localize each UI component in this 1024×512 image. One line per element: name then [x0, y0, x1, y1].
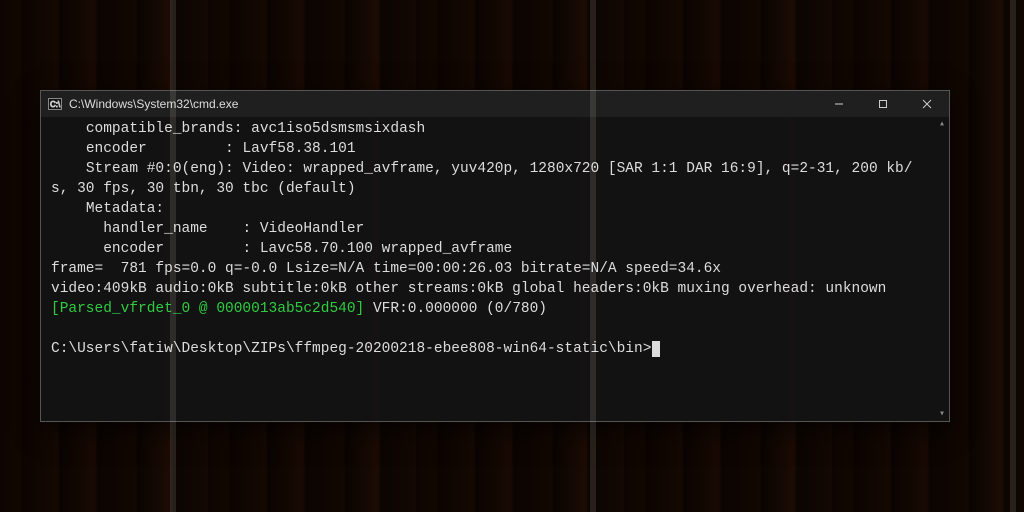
scroll-down-arrow-icon[interactable]: ▾	[935, 407, 949, 421]
terminal-line-parsed: [Parsed_vfrdet_0 @ 0000013ab5c2d540]	[51, 301, 364, 317]
terminal-line: Metadata:	[51, 201, 164, 217]
minimize-icon	[834, 99, 844, 109]
cmd-window: C:\ C:\Windows\System32\cmd.exe compatib…	[40, 90, 950, 422]
command-prompt: C:\Users\fatiw\Desktop\ZIPs\ffmpeg-20200…	[51, 341, 651, 357]
close-icon	[922, 99, 932, 109]
text-cursor	[652, 341, 660, 357]
titlebar[interactable]: C:\ C:\Windows\System32\cmd.exe	[41, 91, 949, 117]
window-client-area: compatible_brands: avc1iso5dsmsmsixdash …	[41, 117, 949, 421]
cmd-icon: C:\	[47, 96, 63, 112]
scroll-up-arrow-icon[interactable]: ▴	[935, 117, 949, 131]
desktop-background: C:\ C:\Windows\System32\cmd.exe compatib…	[0, 0, 1024, 512]
terminal-line: compatible_brands: avc1iso5dsmsmsixdash	[51, 121, 425, 137]
terminal-output[interactable]: compatible_brands: avc1iso5dsmsmsixdash …	[41, 117, 935, 421]
terminal-line: Stream #0:0(eng): Video: wrapped_avframe…	[51, 161, 912, 197]
terminal-line: encoder : Lavf58.38.101	[51, 141, 356, 157]
maximize-button[interactable]	[861, 91, 905, 117]
minimize-button[interactable]	[817, 91, 861, 117]
terminal-line: handler_name : VideoHandler	[51, 221, 364, 237]
terminal-line: video:409kB audio:0kB subtitle:0kB other…	[51, 281, 886, 297]
terminal-line: VFR:0.000000 (0/780)	[364, 301, 547, 317]
window-title: C:\Windows\System32\cmd.exe	[69, 97, 238, 111]
close-button[interactable]	[905, 91, 949, 117]
terminal-line: frame= 781 fps=0.0 q=-0.0 Lsize=N/A time…	[51, 261, 721, 277]
maximize-icon	[878, 99, 888, 109]
vertical-scrollbar[interactable]: ▴ ▾	[935, 117, 949, 421]
terminal-line: encoder : Lavc58.70.100 wrapped_avframe	[51, 241, 512, 257]
svg-text:C:\: C:\	[50, 100, 61, 109]
